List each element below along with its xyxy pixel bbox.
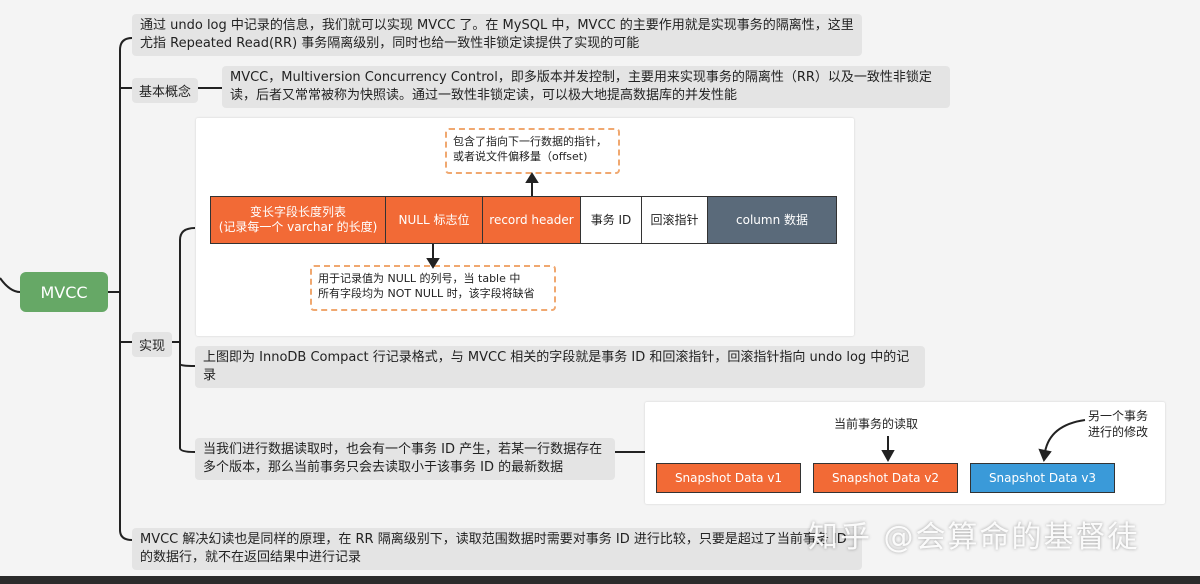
snapshot-arrows: [881, 419, 1086, 463]
bottom-bar: [0, 576, 1200, 584]
rr-phantom-note[interactable]: MVCC 解决幻读也是同样的原理，在 RR 隔离级别下，读取范围数据时需要对事务…: [132, 528, 862, 570]
watermark: 知乎 @会算命的基督徒: [808, 520, 1140, 555]
